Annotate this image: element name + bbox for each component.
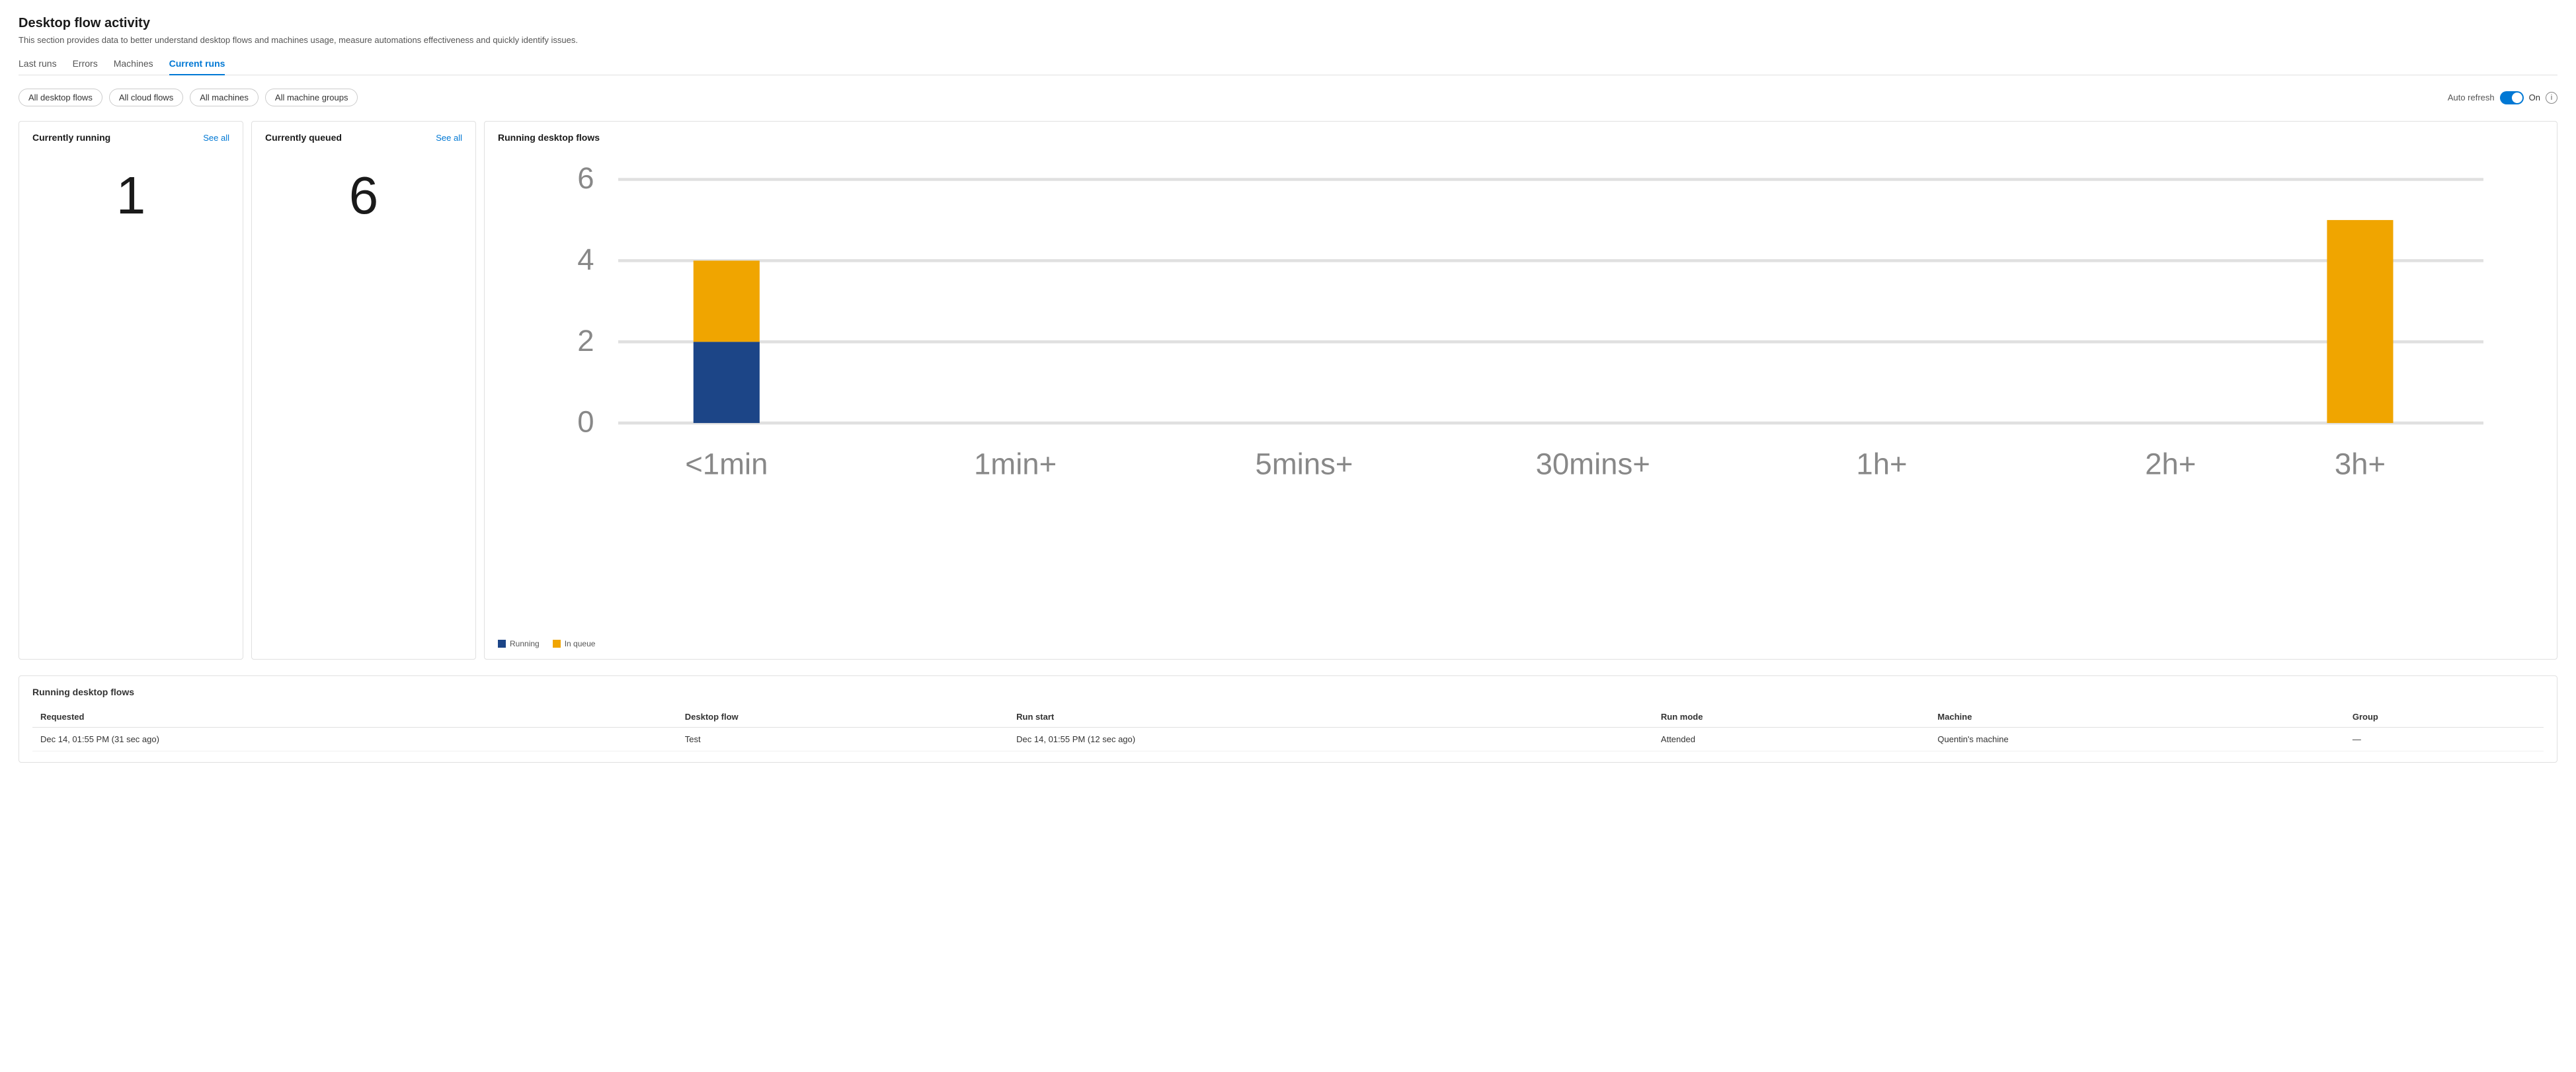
running-flows-table: Requested Desktop flow Run start Run mod…	[32, 707, 2544, 751]
tabs-bar: Last runs Errors Machines Current runs	[19, 58, 2557, 75]
table-header-row: Requested Desktop flow Run start Run mod…	[32, 707, 2544, 728]
currently-queued-card: Currently queued See all 6	[251, 121, 476, 660]
cell-requested: Dec 14, 01:55 PM (31 sec ago)	[32, 728, 677, 751]
svg-text:2h+: 2h+	[2145, 447, 2196, 480]
svg-text:5mins+: 5mins+	[1255, 447, 1353, 480]
table-row: Dec 14, 01:55 PM (31 sec ago) Test Dec 1…	[32, 728, 2544, 751]
legend-in-queue-dot	[553, 640, 561, 648]
svg-text:0: 0	[577, 405, 594, 439]
legend-running-dot	[498, 640, 506, 648]
info-icon[interactable]: i	[2546, 92, 2557, 104]
col-desktop-flow: Desktop flow	[677, 707, 1008, 728]
svg-text:6: 6	[577, 161, 594, 195]
cell-machine: Quentin's machine	[1929, 728, 2344, 751]
tab-errors[interactable]: Errors	[73, 58, 98, 75]
currently-running-title: Currently running	[32, 132, 110, 143]
chart-legend: Running In queue	[498, 639, 2544, 648]
auto-refresh-toggle[interactable]	[2500, 91, 2524, 104]
svg-text:<1min: <1min	[685, 447, 768, 480]
currently-running-card: Currently running See all 1	[19, 121, 243, 660]
currently-running-header: Currently running See all	[32, 132, 229, 143]
page-container: Desktop flow activity This section provi…	[0, 0, 2576, 1072]
svg-text:3h+: 3h+	[2335, 447, 2386, 480]
filter-all-desktop-flows[interactable]: All desktop flows	[19, 89, 102, 106]
col-run-start: Run start	[1008, 707, 1653, 728]
filter-all-machines[interactable]: All machines	[190, 89, 259, 106]
auto-refresh-status: On	[2529, 93, 2540, 102]
cards-row: Currently running See all 1 Currently qu…	[19, 121, 2557, 660]
col-run-mode: Run mode	[1653, 707, 1930, 728]
bar-3hplus-queue	[2327, 220, 2393, 423]
running-desktop-flows-header: Running desktop flows	[498, 132, 2544, 143]
running-flows-table-section: Running desktop flows Requested Desktop …	[19, 675, 2557, 763]
legend-running-label: Running	[510, 639, 540, 648]
filter-all-cloud-flows[interactable]: All cloud flows	[109, 89, 183, 106]
cell-run-mode: Attended	[1653, 728, 1930, 751]
cell-run-start: Dec 14, 01:55 PM (12 sec ago)	[1008, 728, 1653, 751]
auto-refresh-label: Auto refresh	[2448, 93, 2495, 102]
currently-running-value: 1	[32, 169, 229, 222]
running-desktop-flows-card: Running desktop flows 6 4 2 0	[484, 121, 2557, 660]
running-desktop-flows-title: Running desktop flows	[498, 132, 600, 143]
filter-all-machine-groups[interactable]: All machine groups	[265, 89, 358, 106]
tab-last-runs[interactable]: Last runs	[19, 58, 57, 75]
page-title: Desktop flow activity	[19, 16, 2557, 31]
svg-text:1h+: 1h+	[1856, 447, 1907, 480]
auto-refresh-area: Auto refresh On i	[2448, 91, 2557, 104]
currently-queued-title: Currently queued	[265, 132, 342, 143]
legend-in-queue-label: In queue	[565, 639, 596, 648]
col-group: Group	[2345, 707, 2544, 728]
filters-row: All desktop flows All cloud flows All ma…	[19, 89, 2557, 106]
svg-text:4: 4	[577, 243, 594, 276]
chart-svg: 6 4 2 0 <1min	[498, 149, 2544, 631]
tab-machines[interactable]: Machines	[114, 58, 153, 75]
col-requested: Requested	[32, 707, 677, 728]
cell-desktop-flow: Test	[677, 728, 1008, 751]
svg-text:1min+: 1min+	[974, 447, 1057, 480]
svg-text:2: 2	[577, 324, 594, 358]
currently-queued-see-all[interactable]: See all	[436, 133, 462, 143]
bar-lt1min-running	[694, 342, 760, 423]
currently-queued-header: Currently queued See all	[265, 132, 462, 143]
page-subtitle: This section provides data to better und…	[19, 35, 2557, 45]
col-machine: Machine	[1929, 707, 2344, 728]
tab-current-runs[interactable]: Current runs	[169, 58, 225, 75]
legend-running: Running	[498, 639, 540, 648]
currently-running-see-all[interactable]: See all	[203, 133, 229, 143]
currently-queued-value: 6	[265, 169, 462, 222]
legend-in-queue: In queue	[553, 639, 596, 648]
chart-area: 6 4 2 0 <1min	[498, 149, 2544, 648]
svg-text:30mins+: 30mins+	[1536, 447, 1650, 480]
running-flows-table-title: Running desktop flows	[32, 687, 2544, 697]
bar-lt1min-queue	[694, 260, 760, 342]
cell-group: —	[2345, 728, 2544, 751]
